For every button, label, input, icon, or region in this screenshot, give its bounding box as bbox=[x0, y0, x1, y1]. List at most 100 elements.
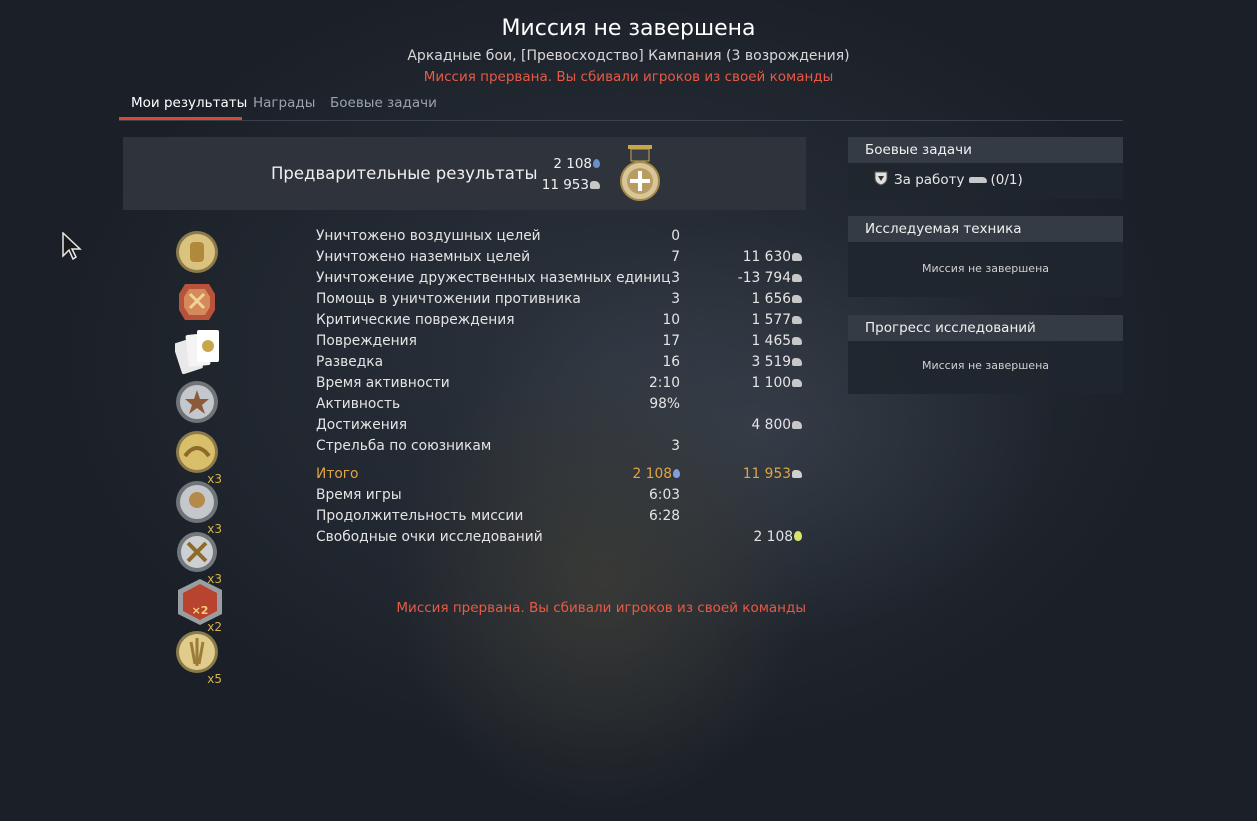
row-label: Время активности bbox=[316, 375, 450, 391]
table-row: Стрельба по союзникам 3 bbox=[316, 438, 806, 459]
silver-lions-icon bbox=[792, 470, 802, 478]
crossed-swords-award-icon bbox=[177, 532, 217, 572]
table-row: Достижения 4 800 bbox=[316, 417, 806, 438]
aircraft-icon bbox=[968, 177, 987, 183]
lightbulb-icon bbox=[794, 531, 802, 541]
award-item[interactable]: x3 bbox=[170, 480, 226, 536]
row-count: 3 bbox=[671, 270, 680, 286]
total-rp: 2 108 bbox=[633, 466, 680, 482]
gold-wings-award-icon bbox=[176, 431, 218, 473]
research-points-icon bbox=[593, 159, 600, 168]
row-reward: 1 577 bbox=[752, 312, 802, 328]
table-row: Время активности 2:10 1 100 bbox=[316, 375, 806, 396]
panel-note: Миссия не завершена bbox=[921, 359, 1050, 372]
silver-lions-icon bbox=[792, 316, 802, 324]
mouse-cursor-icon bbox=[62, 232, 82, 260]
award-item[interactable] bbox=[170, 280, 226, 328]
row-count: 2:10 bbox=[649, 375, 680, 391]
row-label: Критические повреждения bbox=[316, 312, 515, 328]
silver-lions-icon bbox=[792, 358, 802, 366]
gold-award-icon bbox=[176, 231, 218, 273]
row-label: Достижения bbox=[316, 417, 408, 433]
battle-tasks-panel: Боевые задачи За работу (0/1) bbox=[848, 137, 1123, 199]
table-row: Время игры 6:03 bbox=[316, 487, 806, 508]
preliminary-silver-lions: 11 953 bbox=[542, 177, 600, 193]
total-silver-lions: 11 953 bbox=[743, 466, 802, 482]
table-row: Уничтожено наземных целей 7 11 630 bbox=[316, 249, 806, 270]
active-tab-indicator bbox=[119, 117, 242, 120]
table-row: Уничтожено воздушных целей 0 bbox=[316, 228, 806, 249]
silver-lions-icon bbox=[792, 274, 802, 282]
row-count: 0 bbox=[671, 228, 680, 244]
silver-lions-icon bbox=[792, 253, 802, 261]
total-row: Итого 2 108 11 953 bbox=[316, 466, 806, 487]
award-multiplier: x5 bbox=[207, 672, 222, 686]
table-row: Свободные очки исследований 2 108 bbox=[316, 529, 806, 550]
battle-task-item[interactable]: За работу (0/1) bbox=[874, 171, 1023, 188]
award-item[interactable]: ×2 x2 bbox=[170, 578, 226, 634]
table-row: Критические повреждения 10 1 577 bbox=[316, 312, 806, 333]
preliminary-results-banner: Предварительные результаты 2 108 11 953 bbox=[123, 137, 806, 210]
tab-battle-tasks[interactable]: Боевые задачи bbox=[330, 95, 437, 111]
preliminary-rp: 2 108 bbox=[553, 156, 600, 172]
row-reward: 1 656 bbox=[752, 291, 802, 307]
table-row: Активность 98% bbox=[316, 396, 806, 417]
row-count: 10 bbox=[662, 312, 680, 328]
award-item[interactable]: x3 bbox=[170, 530, 226, 586]
medal-icon bbox=[620, 145, 660, 201]
row-count: 16 bbox=[662, 354, 680, 370]
row-label: Помощь в уничтожении противника bbox=[316, 291, 581, 307]
tab-rewards[interactable]: Награды bbox=[253, 95, 315, 111]
silver-lions-icon bbox=[792, 295, 802, 303]
debriefing-window: Миссия не завершена Аркадные бои, [Прево… bbox=[0, 0, 1257, 821]
row-label: Уничтожение дружественных наземных едини… bbox=[316, 270, 671, 286]
row-count: 7 bbox=[671, 249, 680, 265]
row-label: Активность bbox=[316, 396, 401, 412]
silver-star-award-icon bbox=[176, 381, 218, 423]
red-x2-award-icon: ×2 bbox=[178, 579, 222, 625]
row-reward: 1 100 bbox=[752, 375, 802, 391]
award-item[interactable] bbox=[170, 328, 226, 376]
row-reward: 11 630 bbox=[743, 249, 802, 265]
row-label: Повреждения bbox=[316, 333, 417, 349]
panel-note: Миссия не завершена bbox=[921, 262, 1050, 275]
free-research-points: 2 108 bbox=[754, 529, 802, 545]
table-row: Продолжительность миссии 6:28 bbox=[316, 508, 806, 529]
award-item[interactable]: x5 bbox=[170, 630, 226, 686]
silver-lions-icon bbox=[590, 181, 600, 189]
row-label: Уничтожено наземных целей bbox=[316, 249, 531, 265]
row-reward: 1 465 bbox=[752, 333, 802, 349]
table-row: Уничтожение дружественных наземных едини… bbox=[316, 270, 806, 291]
red-award-icon bbox=[179, 284, 215, 320]
mission-warning: Миссия прервана. Вы сбивали игроков из с… bbox=[423, 69, 834, 85]
panel-title: Прогресс исследований bbox=[848, 315, 1123, 341]
gold-feathers-award-icon bbox=[176, 631, 218, 673]
silver-lions-icon bbox=[792, 379, 802, 387]
row-label: Разведка bbox=[316, 354, 384, 370]
research-vehicle-panel: Исследуемая техника Миссия не завершена bbox=[848, 216, 1123, 297]
row-count: 3 bbox=[671, 291, 680, 307]
svg-text:×2: ×2 bbox=[192, 604, 209, 617]
row-label: Время игры bbox=[316, 487, 402, 503]
award-item[interactable]: x3 bbox=[170, 430, 226, 486]
row-reward: 4 800 bbox=[752, 417, 802, 433]
award-item[interactable] bbox=[170, 380, 226, 428]
mission-subtitle: Аркадные бои, [Превосходство] Кампания (… bbox=[407, 48, 850, 64]
table-row: Разведка 16 3 519 bbox=[316, 354, 806, 375]
research-progress-panel: Прогресс исследований Миссия не завершен… bbox=[848, 315, 1123, 394]
tab-my-results[interactable]: Мои результаты bbox=[131, 95, 247, 111]
row-count: 3 bbox=[671, 438, 680, 454]
row-label: Свободные очки исследований bbox=[316, 529, 543, 545]
tab-bar: Мои результаты Награды Боевые задачи bbox=[119, 92, 1123, 121]
award-item[interactable] bbox=[170, 230, 226, 278]
row-value: 6:28 bbox=[649, 508, 680, 524]
total-label: Итого bbox=[316, 466, 359, 482]
silver-lions-icon bbox=[792, 337, 802, 345]
shield-icon bbox=[874, 171, 888, 186]
table-row: Повреждения 17 1 465 bbox=[316, 333, 806, 354]
row-count: 98% bbox=[649, 396, 680, 412]
preliminary-results-label: Предварительные результаты bbox=[271, 164, 538, 183]
silver-explosion-award-icon bbox=[176, 481, 218, 523]
cards-award-icon bbox=[175, 330, 219, 375]
row-label: Стрельба по союзникам bbox=[316, 438, 492, 454]
